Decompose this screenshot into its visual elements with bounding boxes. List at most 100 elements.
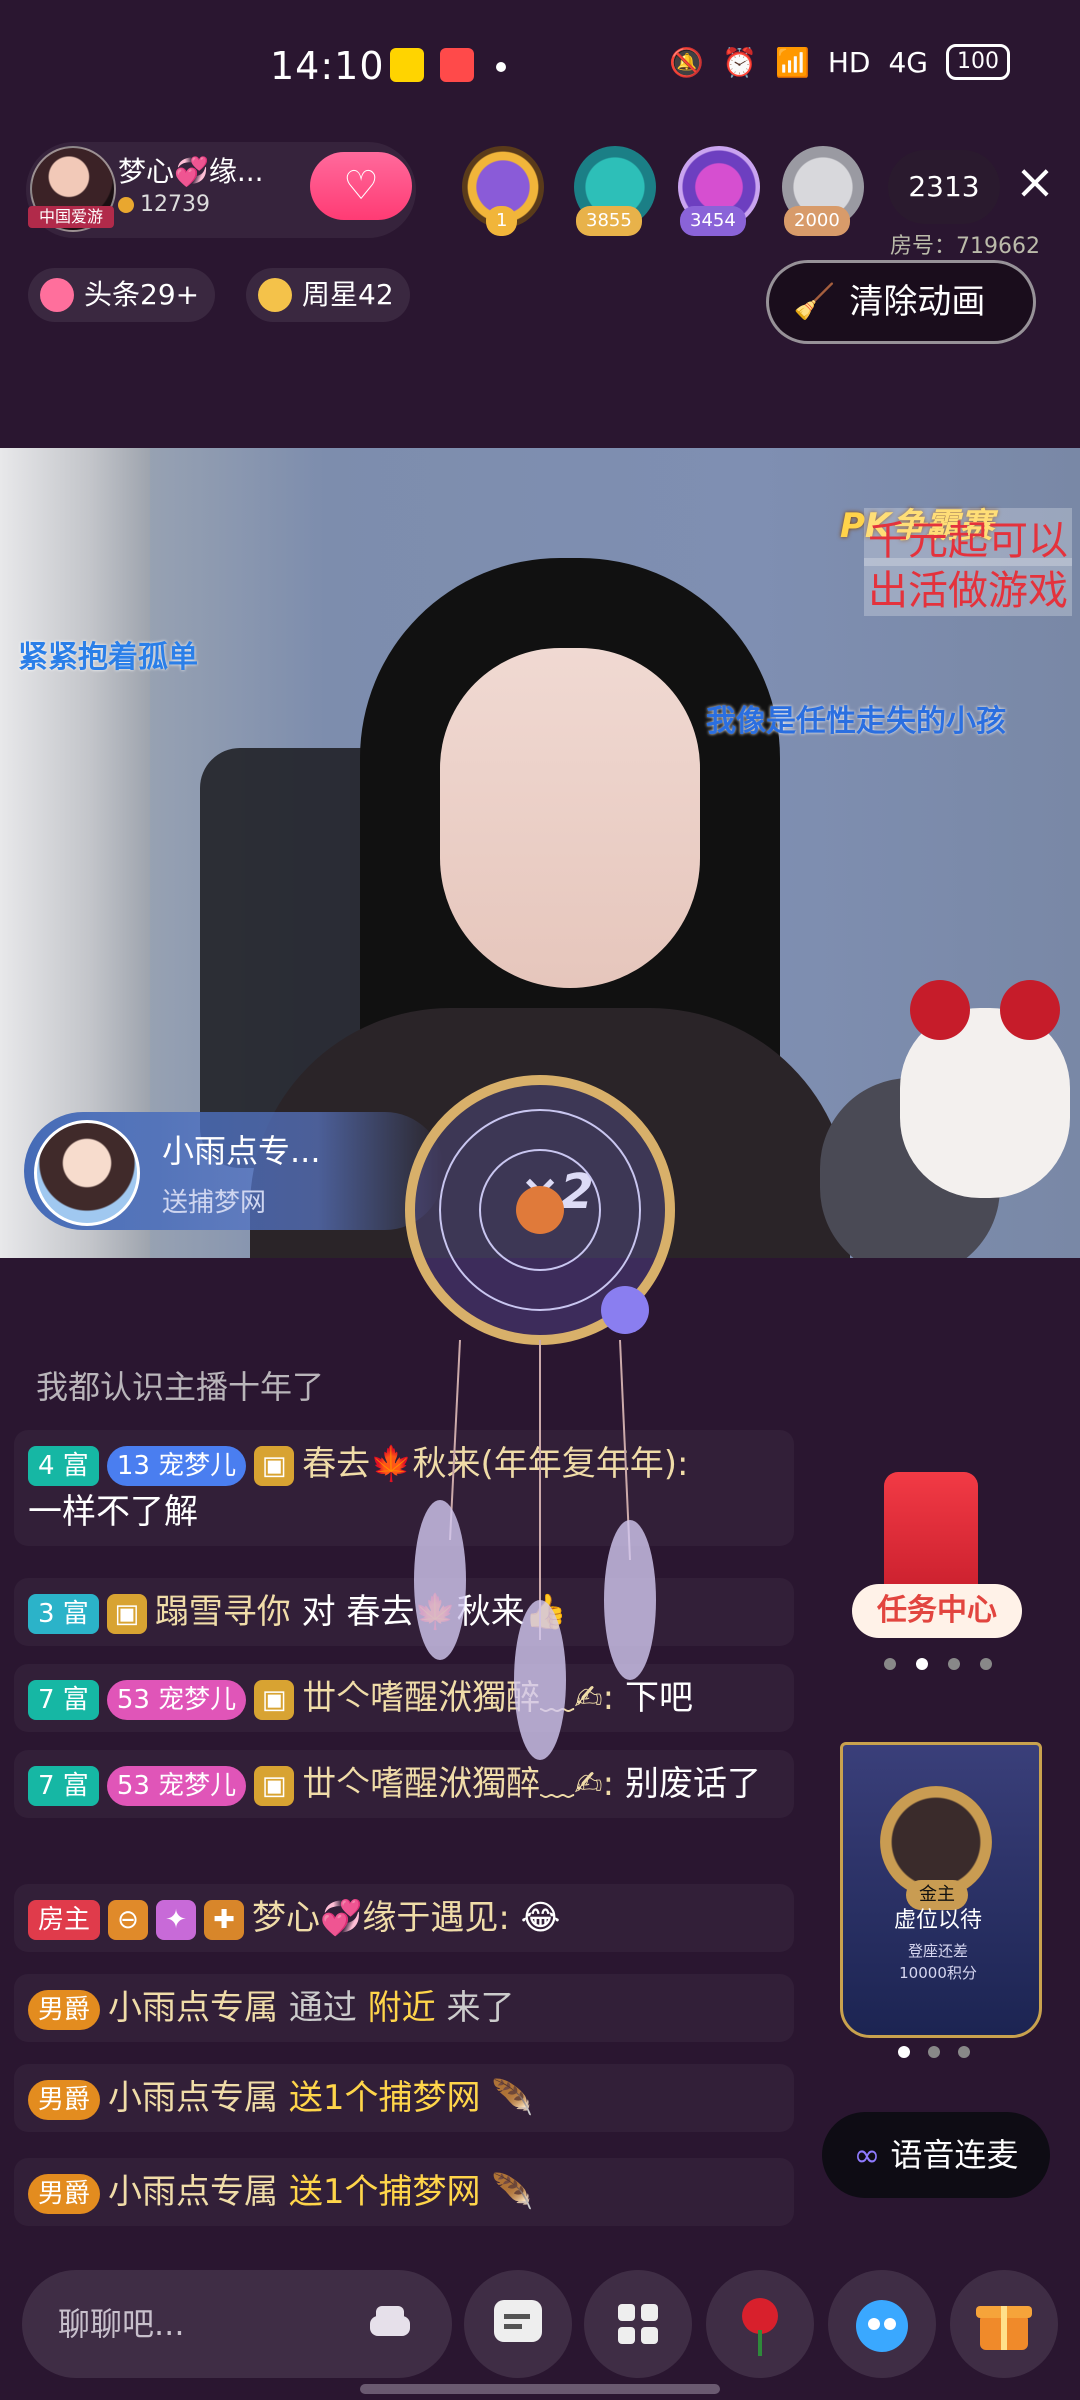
pet-badge: 53 宠梦儿 [106,1765,247,1806]
more-notifications-dot [496,62,506,72]
lyric-left: 紧紧抱着孤单 [18,640,198,675]
plush-ear [910,980,970,1040]
status-bar: 14:10 🔕 ⏰ 📶 HD 4G 100 [0,0,1080,130]
gift-multiplier: ×2 [520,1164,594,1220]
user-icon: ▣ [254,1679,295,1720]
chat-username: 丗亽嗜醒洑獨醉﹏✍: [302,1678,615,1718]
viewer-score-tag: 3454 [680,206,746,236]
dreamcatcher-gift-icon: 🪶 [491,2172,534,2212]
seat-requirement: 登座还差 [907,1942,968,1960]
chat-text: 😂 [520,1898,561,1938]
game-icon [856,2300,908,2352]
grid-icon [618,2304,658,2344]
shield-icon: ✚ [204,1899,245,1940]
carousel-dots-2 [898,2046,970,2058]
clock: 14:10 [270,44,385,88]
hd-label: HD [827,45,871,79]
rose-icon [742,2298,778,2356]
app-notification-icon [390,48,424,82]
chat-username: 梦心💞缘于遇见: [252,1898,510,1938]
page-dot [980,1658,992,1670]
chat-text: 对 春去🍁秋来👍 [301,1592,568,1632]
app-notification-icon-2 [440,48,474,82]
guard-icon: ✦ [156,1899,197,1940]
chat-username: 春去🍁秋来(年年复年年): [302,1444,689,1484]
lyric-right: 我像是任性走失的小孩 [706,704,1006,739]
rich-level-badge: 3 富 [28,1593,99,1634]
duke-badge: 男爵 [28,2079,101,2120]
chat-message[interactable]: 4 富 13 宠梦儿 ▣ 春去🍁秋来(年年复年年): 一样不了解 [14,1430,794,1546]
chat-message[interactable]: 3 富 ▣ 蹋雪寻你 对 春去🍁秋来👍 [14,1578,794,1646]
alarm-icon: ⏰ [722,45,757,79]
headline-chip[interactable]: 头条29+ [28,268,216,322]
plush-ear [1000,980,1060,1040]
host-name: 梦心💞缘... [118,155,264,188]
pet-badge: 13 宠梦儿 [106,1445,247,1486]
chat-username: 蹋雪寻你 [154,1592,291,1632]
mute-icon: 🔕 [669,45,705,79]
user-icon: ▣ [106,1593,147,1634]
page-dot-active [898,2046,910,2058]
page-dot-active [916,1658,928,1670]
gift-sender-avatar[interactable] [34,1120,140,1226]
star-icon [258,278,292,312]
wifi-icon: 📶 [774,45,810,79]
host-badge: 房主 [28,1899,101,1940]
dreamcatcher-gift-icon: 🪶 [491,2078,534,2118]
duke-badge: 男爵 [28,1989,101,2030]
message-icon [494,2300,542,2342]
chat-username: 丗亽嗜醒洑獨醉﹏✍: [302,1764,615,1804]
chat-partial-message: 我都认识主播十年了 [36,1368,325,1406]
chat-message[interactable]: 房主 ⊖ ✦ ✚ 梦心💞缘于遇见: 😂 [14,1884,794,1952]
page-dot [884,1658,896,1670]
heart-plus-icon: ♡ [343,163,379,209]
close-icon[interactable]: × [1010,158,1060,210]
pet-badge: 53 宠梦儿 [106,1679,247,1720]
follow-button[interactable]: ♡ [310,152,412,220]
battery-icon: 100 [946,44,1010,80]
gift-description: 送捕梦网 [162,1188,267,1218]
viewer-score-tag: 3855 [576,206,642,236]
rich-level-badge: 7 富 [28,1679,99,1720]
page-dot [958,2046,970,2058]
flame-icon [40,278,74,312]
duke-badge: 男爵 [28,2173,101,2214]
link-icon: ∞ [853,2136,881,2174]
viewer-score-tag: 2000 [784,206,850,236]
message-button[interactable] [464,2270,572,2378]
chat-username: 小雨点专属 [108,2172,279,2212]
red-envelope-icon[interactable] [884,1472,978,1598]
chat-text: 下吧 [624,1678,693,1718]
streamer-face [440,648,700,988]
rich-level-badge: 7 富 [28,1765,99,1806]
chat-message[interactable]: 男爵 小雨点专属 通过 附近 来了 [14,1974,794,2042]
seat-points: 10000积分 [899,1964,977,1982]
gift-button[interactable] [950,2270,1058,2378]
voice-link-button[interactable]: ∞ 语音连麦 [822,2112,1050,2198]
page-dot [928,2046,940,2058]
page-dot [948,1658,960,1670]
rose-gift-button[interactable] [706,2270,814,2378]
chat-text: 一样不了解 [28,1492,198,1532]
sofa-icon[interactable] [362,2296,418,2352]
user-icon: ▣ [254,1445,295,1486]
seat-title: 虚位以待 [893,1908,982,1933]
task-center-button[interactable]: 任务中心 [852,1584,1022,1638]
host-score: 12739 [118,192,210,217]
user-icon: ▣ [254,1765,295,1806]
gift-sender-name: 小雨点专... [162,1132,321,1170]
room-number: 房号：719662 [890,234,1040,259]
game-button[interactable] [828,2270,936,2378]
signal-label: 4G [888,45,928,79]
chat-message[interactable]: 7 富 53 宠梦儿 ▣ 丗亽嗜醒洑獨醉﹏✍: 下吧 [14,1664,794,1732]
system-icons: 🔕 ⏰ 📶 HD 4G 100 [669,44,1010,80]
chat-message[interactable]: 男爵 小雨点专属 送1个捕梦网 🪶 [14,2064,794,2132]
online-count[interactable]: 2313 [888,150,1000,224]
pk-line-2: 出活做游戏 [864,558,1072,616]
weekly-star-chip[interactable]: 周星42 [246,268,410,322]
chat-message[interactable]: 男爵 小雨点专属 送1个捕梦网 🪶 [14,2158,794,2226]
chat-message[interactable]: 7 富 53 宠梦儿 ▣ 丗亽嗜醒洑獨醉﹏✍: 别废话了 [14,1750,794,1818]
apps-button[interactable] [584,2270,692,2378]
home-indicator[interactable] [360,2384,720,2394]
clear-animation-button[interactable]: 🧹 清除动画 [766,260,1036,344]
